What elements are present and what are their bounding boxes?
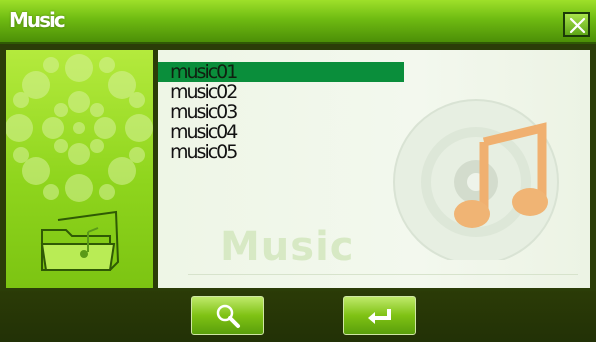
- file-list-panel: Music music01 music02 music03 music04 mu…: [158, 50, 590, 288]
- window-title: Music: [9, 8, 66, 32]
- magnifier-icon: [216, 304, 240, 328]
- return-arrow-icon: [367, 308, 391, 324]
- bottom-toolbar: [0, 291, 596, 342]
- enter-button[interactable]: [343, 296, 416, 335]
- close-icon: [569, 17, 586, 34]
- music-list: music01 music02 music03 music04 music05: [158, 62, 408, 162]
- decorative-side-panel: [6, 50, 153, 288]
- music-watermark: Music: [220, 224, 355, 270]
- list-item[interactable]: music04: [158, 122, 404, 142]
- list-item[interactable]: music05: [158, 142, 404, 162]
- music-window: Music Music music01 music02 music03 musi…: [0, 0, 596, 342]
- music-disc-icon: [393, 99, 559, 260]
- list-item[interactable]: music03: [158, 102, 404, 122]
- folder-icon: [40, 210, 120, 271]
- title-bar: Music: [0, 0, 596, 44]
- list-item[interactable]: music02: [158, 82, 404, 102]
- close-button[interactable]: [563, 12, 590, 37]
- divider: [188, 274, 578, 275]
- search-button[interactable]: [191, 296, 264, 335]
- list-item[interactable]: music01: [158, 62, 404, 82]
